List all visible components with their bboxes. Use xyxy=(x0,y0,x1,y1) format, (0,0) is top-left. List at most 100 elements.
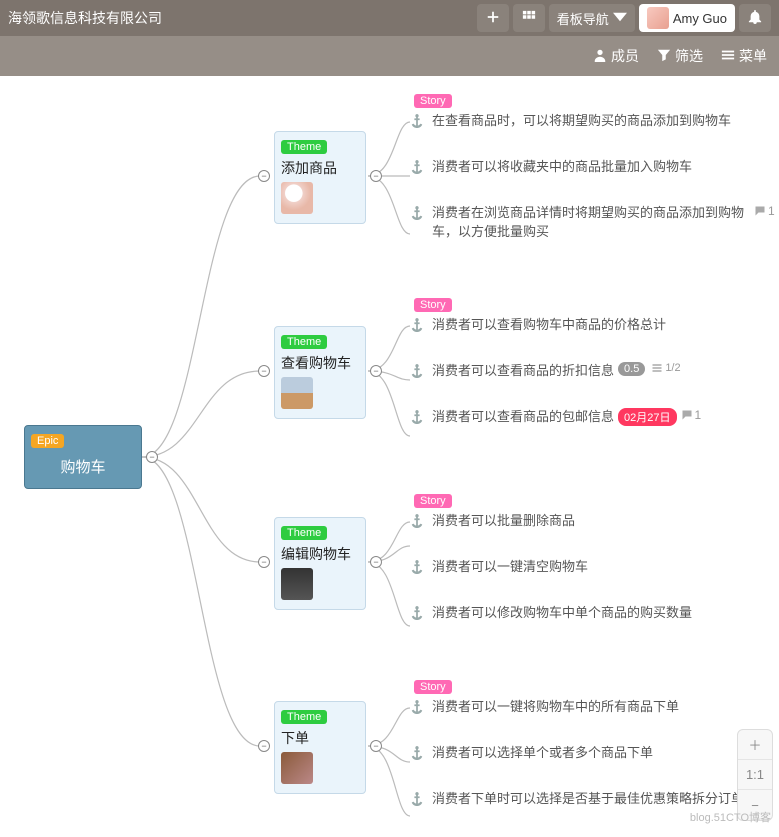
story-text: 消费者可以修改购物车中单个商品的购买数量 xyxy=(432,604,692,622)
epic-node[interactable]: Epic 购物车 xyxy=(24,425,142,489)
toggle-epic[interactable]: − xyxy=(146,451,158,463)
menu-button[interactable]: 菜单 xyxy=(721,46,767,66)
theme-title: 添加商品 xyxy=(281,158,359,178)
story-text: 消费者可以批量删除商品 xyxy=(432,512,575,530)
grid-icon xyxy=(522,10,536,27)
theme-thumb xyxy=(281,377,313,409)
filter-label: 筛选 xyxy=(675,46,703,66)
anchor-icon xyxy=(410,514,424,528)
story-text: 消费者可以查看商品的包邮信息 xyxy=(432,408,614,426)
user-name: Amy Guo xyxy=(673,11,727,26)
notifications-button[interactable] xyxy=(739,4,771,32)
anchor-icon xyxy=(410,206,424,220)
zoom-controls: ＋ 1:1 − xyxy=(737,729,773,821)
story-text: 在查看商品时，可以将期望购买的商品添加到购物车 xyxy=(432,112,731,130)
story-text: 消费者可以一键将购物车中的所有商品下单 xyxy=(432,698,679,716)
company-name: 海领歌信息科技有限公司 xyxy=(8,8,473,28)
theme-node-4[interactable]: Theme 下单 xyxy=(274,701,366,794)
story-row[interactable]: 消费者可以一键清空购物车 xyxy=(410,558,692,576)
watermark: blog.51CTO博客 xyxy=(690,809,771,825)
toggle-theme-3-r[interactable]: − xyxy=(370,556,382,568)
toggle-theme-3[interactable]: − xyxy=(258,556,270,568)
task-progress: 1/2 xyxy=(651,362,680,374)
anchor-icon xyxy=(410,792,424,806)
story-group-1: Story 在查看商品时，可以将期望购买的商品添加到购物车 消费者可以将收藏夹中… xyxy=(410,92,762,269)
caret-down-icon xyxy=(613,10,627,27)
top-bar: 海领歌信息科技有限公司 看板导航 Amy Guo xyxy=(0,0,779,36)
theme-node-3[interactable]: Theme 编辑购物车 xyxy=(274,517,366,610)
story-row[interactable]: 消费者可以查看商品的折扣信息 0.5 1/2 xyxy=(410,362,701,380)
toggle-theme-2[interactable]: − xyxy=(258,365,270,377)
anchor-icon xyxy=(410,560,424,574)
theme-tag: Theme xyxy=(281,140,327,154)
estimate-badge: 0.5 xyxy=(618,362,645,376)
theme-node-1[interactable]: Theme 添加商品 xyxy=(274,131,366,224)
add-button[interactable] xyxy=(477,4,509,32)
story-row[interactable]: 消费者可以查看购物车中商品的价格总计 xyxy=(410,316,701,334)
date-badge: 02月27日 xyxy=(618,408,676,426)
story-tag: Story xyxy=(414,494,452,508)
menu-label: 菜单 xyxy=(739,46,767,66)
user-icon xyxy=(593,48,607,65)
story-row[interactable]: 消费者可以批量删除商品 xyxy=(410,512,692,530)
story-text: 消费者可以查看购物车中商品的价格总计 xyxy=(432,316,666,334)
story-row[interactable]: 在查看商品时，可以将期望购买的商品添加到购物车 xyxy=(410,112,762,130)
plus-icon xyxy=(486,10,500,27)
theme-tag: Theme xyxy=(281,335,327,349)
board-nav-button[interactable]: 看板导航 xyxy=(549,4,635,32)
theme-node-2[interactable]: Theme 查看购物车 xyxy=(274,326,366,419)
apps-button[interactable] xyxy=(513,4,545,32)
zoom-in-button[interactable]: ＋ xyxy=(738,730,772,760)
theme-thumb xyxy=(281,568,313,600)
theme-tag: Theme xyxy=(281,526,327,540)
theme-title: 下单 xyxy=(281,728,359,748)
plus-icon: ＋ xyxy=(748,735,761,754)
toggle-theme-1[interactable]: − xyxy=(258,170,270,182)
story-row[interactable]: 消费者可以选择单个或者多个商品下单 xyxy=(410,744,744,762)
story-text: 消费者可以选择单个或者多个商品下单 xyxy=(432,744,653,762)
toggle-theme-1-r[interactable]: − xyxy=(370,170,382,182)
comment-count[interactable]: 1 xyxy=(681,408,702,422)
bell-icon xyxy=(748,10,762,27)
theme-thumb xyxy=(281,182,313,214)
filter-icon xyxy=(657,48,671,65)
theme-title: 编辑购物车 xyxy=(281,544,359,564)
mindmap-canvas[interactable]: Epic 购物车 − − Theme 添加商品 − − Theme 查看购物车 … xyxy=(0,76,779,827)
anchor-icon xyxy=(410,410,424,424)
story-row[interactable]: 消费者可以修改购物车中单个商品的购买数量 xyxy=(410,604,692,622)
theme-tag: Theme xyxy=(281,710,327,724)
anchor-icon xyxy=(410,746,424,760)
story-row[interactable]: 消费者下单时可以选择是否基于最佳优惠策略拆分订单 xyxy=(410,790,744,808)
story-text: 消费者在浏览商品详情时将期望购买的商品添加到购物车，以方便批量购买 xyxy=(432,204,762,240)
board-nav-label: 看板导航 xyxy=(557,9,609,28)
story-group-3: Story 消费者可以批量删除商品 消费者可以一键清空购物车 消费者可以修改购物… xyxy=(410,492,692,651)
toggle-theme-2-r[interactable]: − xyxy=(370,365,382,377)
epic-title: 购物车 xyxy=(31,456,135,477)
story-text: 消费者可以一键清空购物车 xyxy=(432,558,588,576)
story-row[interactable]: 消费者可以查看商品的包邮信息 02月27日 1 xyxy=(410,408,701,426)
anchor-icon xyxy=(410,364,424,378)
story-tag: Story xyxy=(414,298,452,312)
story-row[interactable]: 消费者在浏览商品详情时将期望购买的商品添加到购物车，以方便批量购买 1 xyxy=(410,204,762,240)
anchor-icon xyxy=(410,700,424,714)
anchor-icon xyxy=(410,114,424,128)
story-text: 消费者可以查看商品的折扣信息 xyxy=(432,362,614,380)
menu-icon xyxy=(721,48,735,65)
epic-tag: Epic xyxy=(31,434,64,448)
members-label: 成员 xyxy=(611,46,639,66)
story-row[interactable]: 消费者可以一键将购物车中的所有商品下单 xyxy=(410,698,744,716)
toggle-theme-4-r[interactable]: − xyxy=(370,740,382,752)
story-group-2: Story 消费者可以查看购物车中商品的价格总计 消费者可以查看商品的折扣信息 … xyxy=(410,296,701,455)
comment-count[interactable]: 1 xyxy=(754,204,775,218)
zoom-label: 1:1 xyxy=(746,767,764,782)
story-text: 消费者下单时可以选择是否基于最佳优惠策略拆分订单 xyxy=(432,790,744,808)
filter-button[interactable]: 筛选 xyxy=(657,46,703,66)
story-text: 消费者可以将收藏夹中的商品批量加入购物车 xyxy=(432,158,692,176)
anchor-icon xyxy=(410,160,424,174)
zoom-reset-button[interactable]: 1:1 xyxy=(738,760,772,790)
secondary-bar: 成员 筛选 菜单 xyxy=(0,36,779,76)
members-button[interactable]: 成员 xyxy=(593,46,639,66)
user-button[interactable]: Amy Guo xyxy=(639,4,735,32)
story-row[interactable]: 消费者可以将收藏夹中的商品批量加入购物车 xyxy=(410,158,762,176)
toggle-theme-4[interactable]: − xyxy=(258,740,270,752)
